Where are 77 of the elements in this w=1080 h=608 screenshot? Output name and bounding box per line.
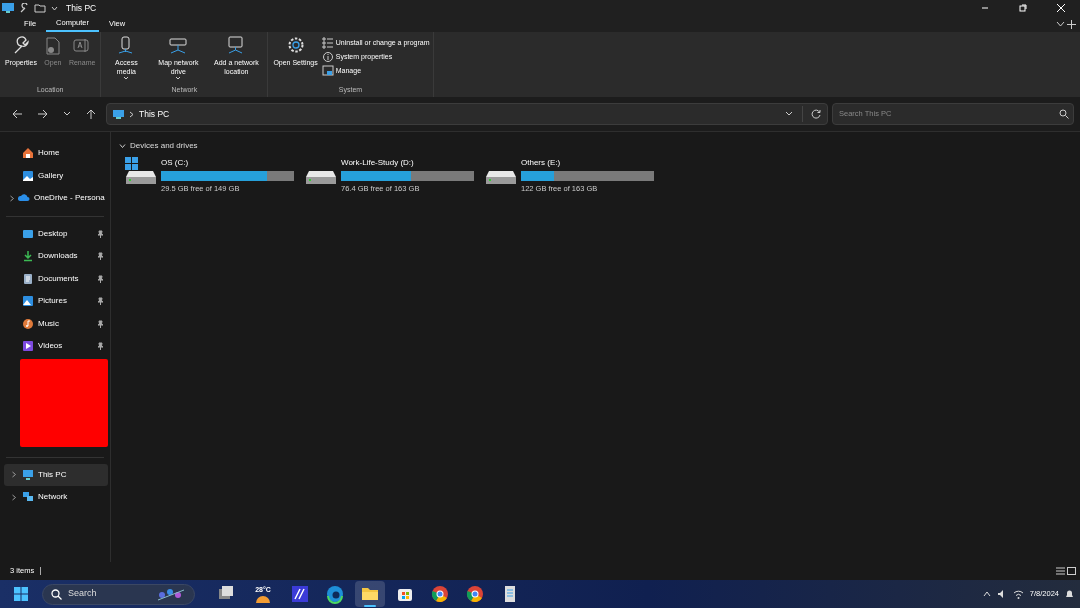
download-icon (22, 250, 34, 263)
windows-drive-icon (125, 157, 157, 185)
drive-name: Work-Life-Study (D:) (341, 157, 415, 169)
video-icon (22, 340, 34, 353)
picture-icon (22, 295, 34, 308)
folder-icon[interactable] (34, 3, 46, 13)
restore-icon[interactable] (1017, 3, 1029, 13)
pin-icon (97, 319, 104, 328)
taskbar-app[interactable] (355, 581, 385, 607)
caret-icon (175, 76, 182, 80)
pin-icon (97, 342, 104, 351)
chevron-up-icon[interactable] (982, 591, 991, 597)
network-drive-icon (168, 36, 189, 55)
drive-icon (485, 170, 517, 185)
sidebar-item[interactable]: Documents (4, 267, 108, 290)
chrome-icon (465, 584, 485, 604)
home-icon (22, 147, 34, 160)
plus-icon[interactable] (1067, 19, 1076, 29)
chevron-right-icon (129, 110, 134, 118)
pin-icon (97, 274, 104, 283)
monitor-icon (113, 109, 124, 119)
bell-icon[interactable] (1065, 589, 1074, 599)
network-icon (22, 491, 34, 504)
sidebar-item[interactable]: Pictures (4, 290, 108, 313)
manage-icon (321, 65, 334, 77)
up-arrow-icon[interactable] (85, 108, 97, 120)
drive-name: OS (C:) (161, 157, 190, 169)
breadcrumb[interactable]: This PC (139, 107, 170, 121)
pin-icon (97, 252, 104, 261)
start-icon[interactable] (14, 587, 28, 601)
monitor-icon (2, 3, 14, 13)
sun-icon (255, 595, 271, 604)
address-bar[interactable]: This PC (106, 103, 828, 125)
music-note-icon (22, 317, 34, 330)
sidebar-item[interactable]: Videos (4, 335, 108, 358)
document-icon (22, 272, 34, 285)
tiles-view-icon[interactable] (1067, 567, 1076, 575)
chevron-down-icon[interactable] (51, 5, 58, 11)
sidebar-item[interactable]: Desktop (4, 222, 108, 245)
search-icon (1059, 109, 1069, 119)
window-title: This PC (66, 1, 97, 15)
desktop-icon (22, 227, 34, 240)
chevron-down-icon[interactable] (785, 111, 793, 117)
sidebar-item[interactable]: Downloads (4, 245, 108, 268)
taskbar-search-field[interactable]: Search (66, 586, 146, 602)
sidebar-item[interactable]: Gallery (4, 164, 108, 187)
monitor-icon (22, 468, 34, 481)
list-icon (321, 37, 334, 49)
sidebar-item[interactable]: Home (4, 142, 108, 165)
forward-icon[interactable] (37, 108, 49, 120)
sidebar-item[interactable]: Network (4, 486, 108, 509)
caret-icon (123, 76, 130, 80)
section-header[interactable]: Devices and drives (119, 140, 198, 152)
drive-icon (305, 170, 337, 185)
chevron-down-icon[interactable] (1055, 19, 1065, 28)
wifi-icon[interactable] (1012, 589, 1024, 599)
chevron-right-icon (10, 194, 14, 202)
drive-name: Others (E:) (521, 157, 562, 169)
chevron-right-icon (12, 471, 16, 479)
details-view-icon[interactable] (1055, 567, 1065, 575)
search-icon (51, 588, 62, 600)
edge-icon (325, 584, 345, 604)
taskbar-search-box[interactable]: Search (42, 583, 195, 605)
chevron-down-icon (119, 143, 126, 149)
sidebar-item[interactable]: OneDrive - Persona (4, 187, 108, 210)
gallery-icon (22, 169, 34, 182)
refresh-icon[interactable] (811, 109, 821, 119)
chrome-icon (430, 584, 450, 604)
close-icon[interactable] (1055, 3, 1067, 13)
pin-icon (97, 297, 104, 306)
info-icon (321, 51, 334, 63)
chevron-right-icon (12, 493, 16, 501)
pin-icon (97, 229, 104, 238)
back-icon[interactable] (11, 108, 23, 120)
app-icon (290, 584, 310, 604)
sidebar-item[interactable]: Music (4, 312, 108, 335)
sidebar-item[interactable]: This PC (4, 463, 108, 486)
